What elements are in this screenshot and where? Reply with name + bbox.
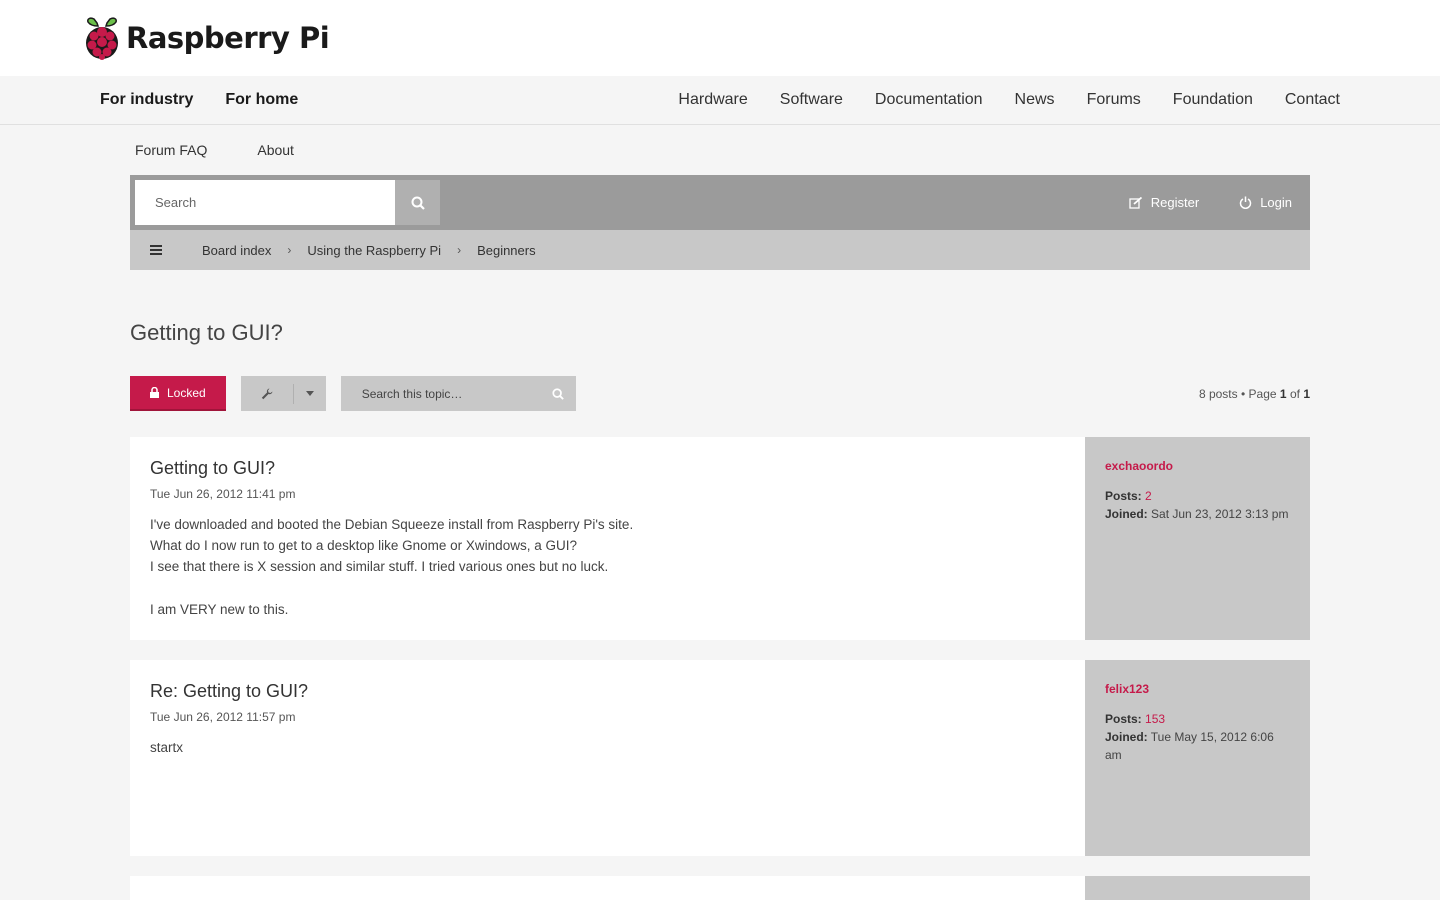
site-header: Raspberry Pi [0,0,1440,76]
profile-joined: Joined: Tue May 15, 2012 6:06 am [1105,728,1290,764]
crumb-board-index[interactable]: Board index [202,243,271,258]
post-content: startx [150,737,1065,758]
power-icon [1239,196,1252,209]
breadcrumb: Board index › Using the Raspberry Pi › B… [130,230,1310,270]
forum-faq-link[interactable]: Forum FAQ [135,142,207,158]
nav-forums[interactable]: Forums [1087,91,1141,109]
nav-software[interactable]: Software [780,91,843,109]
brand-name: Raspberry Pi [126,21,330,55]
topic-search-button[interactable] [541,387,576,400]
post-title[interactable]: Re: Getting to GUI? [150,681,1065,702]
chevron-right-icon: › [457,243,462,257]
joined-label: Joined: [1105,507,1148,521]
post-title[interactable]: Getting to GUI? [150,458,1065,479]
search-icon [411,196,425,210]
post-line-blank [150,577,1065,599]
about-link[interactable]: About [257,142,294,158]
post: Getting to GUI? Tue Jun 26, 2012 11:41 p… [130,437,1310,640]
chevron-right-icon: › [287,243,292,257]
register-label: Register [1150,195,1200,210]
page-title[interactable]: Getting to GUI? [130,320,1310,346]
menu-icon[interactable] [150,245,162,255]
nav-foundation[interactable]: Foundation [1173,91,1253,109]
nav-for-home[interactable]: For home [225,91,298,109]
post-profile: felix123 Posts: 153 Joined: Tue May 15, … [1085,660,1310,856]
post-line: What do I now run to get to a desktop li… [150,538,577,553]
post: Re: Getting to GUI? Tue Jun 26, 2012 11:… [130,660,1310,856]
post-profile [1085,876,1310,900]
caret-down-icon [305,391,314,396]
login-label: Login [1260,195,1292,210]
nav-hardware[interactable]: Hardware [678,91,747,109]
post-content: I've downloaded and booted the Debian Sq… [150,514,1065,620]
search-input[interactable] [135,180,395,225]
locked-label: Locked [167,385,206,400]
register-link[interactable]: Register [1129,195,1199,210]
current-page: 1 [1279,386,1287,401]
crumb-beginners[interactable]: Beginners [477,243,536,258]
nav-contact[interactable]: Contact [1285,91,1340,109]
lock-icon [150,387,159,398]
wrench-icon [261,388,273,399]
forum-links: Forum FAQ About [0,125,1440,175]
search-icon [552,387,565,400]
login-link[interactable]: Login [1239,195,1292,210]
post-count: 8 posts [1198,386,1238,401]
profile-joined: Joined: Sat Jun 23, 2012 3:13 pm [1105,505,1290,523]
posts-label: Posts: [1105,489,1142,503]
nav-news[interactable]: News [1015,91,1055,109]
topic-tools-dropdown[interactable] [240,376,326,411]
forum-toolbar: Register Login [130,175,1310,230]
of-word: of [1289,386,1300,401]
logo-link[interactable]: Raspberry Pi [84,15,330,61]
nav-documentation[interactable]: Documentation [875,91,983,109]
joined-label: Joined: [1105,730,1148,744]
post-date: Tue Jun 26, 2012 11:41 pm [150,487,296,501]
post-date: Tue Jun 26, 2012 11:57 pm [150,710,296,724]
crumb-using-the-raspberry-pi[interactable]: Using the Raspberry Pi [307,243,441,258]
posts-count-link[interactable]: 153 [1145,712,1165,726]
post-line: startx [150,740,184,755]
pagination-separator: • [1241,386,1246,401]
post-line: I am VERY new to this. [150,602,289,617]
author-link[interactable]: felix123 [1105,682,1290,696]
posts-label: Posts: [1105,712,1142,726]
profile-posts: Posts: 2 [1105,487,1290,505]
page-word: Page [1248,386,1277,401]
posts-count-link[interactable]: 2 [1145,489,1152,503]
locked-button[interactable]: Locked [130,376,226,411]
pencil-square-icon [1129,196,1142,209]
pagination: 8 posts • Page 1 of 1 [1199,387,1310,401]
topic-search [340,376,576,411]
joined-date: Sat Jun 23, 2012 3:13 pm [1151,507,1289,521]
main-nav: For industry For home Hardware Software … [0,76,1440,125]
post-line: I've downloaded and booted the Debian Sq… [150,517,634,532]
profile-posts: Posts: 153 [1105,710,1290,728]
post-profile: exchaoordo Posts: 2 Joined: Sat Jun 23, … [1085,437,1310,640]
topic-search-input[interactable] [340,376,541,411]
post [130,876,1310,900]
author-link[interactable]: exchaoordo [1105,459,1290,473]
search-button[interactable] [395,180,440,225]
nav-for-industry[interactable]: For industry [100,91,193,109]
post-line: I see that there is X session and simila… [150,559,609,574]
topic-action-bar: Locked 8 posts • Page 1 of 1 [130,376,1310,411]
total-pages: 1 [1303,386,1310,401]
raspberry-logo-icon [86,17,118,60]
